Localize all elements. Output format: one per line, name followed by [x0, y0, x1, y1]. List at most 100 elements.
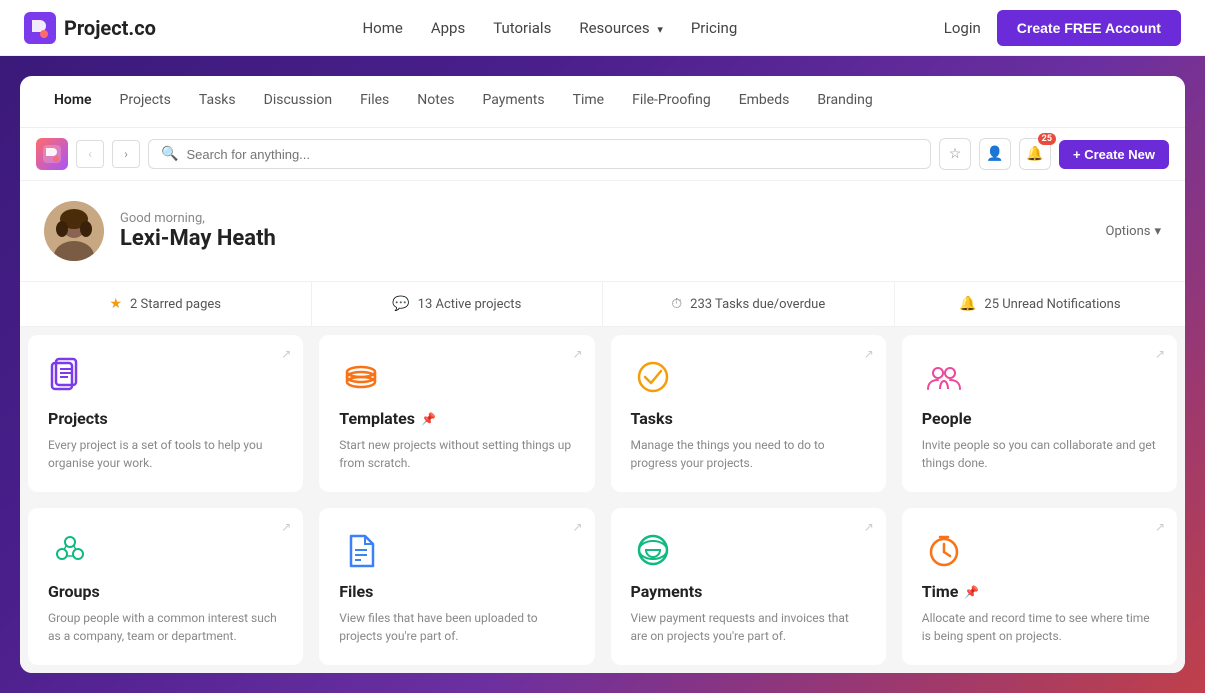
- nav-links: Home Apps Tutorials Resources ▾ Pricing: [362, 19, 737, 37]
- stat-starred-label: 2 Starred pages: [130, 297, 221, 312]
- tasks-icon: [631, 355, 675, 399]
- star-stat-icon: ★: [109, 296, 122, 312]
- chat-stat-icon: 💬: [392, 296, 409, 312]
- payments-desc: View payment requests and invoices that …: [631, 609, 866, 645]
- welcome-section: Good morning, Lexi-May Heath Options ▾: [20, 181, 1185, 282]
- tasks-title: Tasks: [631, 409, 866, 428]
- user-name: Lexi-May Heath: [120, 226, 276, 251]
- create-new-button[interactable]: + Create New: [1059, 140, 1169, 169]
- card-corner-icon: ↗: [1155, 347, 1165, 361]
- stats-row: ★ 2 Starred pages 💬 13 Active projects ⏱…: [20, 282, 1185, 327]
- nav-resources[interactable]: Resources ▾: [579, 19, 663, 37]
- card-corner-icon: ↗: [572, 520, 582, 534]
- groups-desc: Group people with a common interest such…: [48, 609, 283, 645]
- files-icon: [339, 528, 383, 572]
- tab-home[interactable]: Home: [40, 76, 106, 127]
- logo[interactable]: Project.co: [24, 12, 156, 44]
- card-groups[interactable]: ↗ Groups Group people with a common inte…: [28, 508, 303, 665]
- time-icon: [922, 528, 966, 572]
- groups-icon: [48, 528, 92, 572]
- card-tasks[interactable]: ↗ Tasks Manage the things you need to do…: [611, 335, 886, 492]
- bell-stat-icon: 🔔: [959, 296, 976, 312]
- greeting-text: Good morning,: [120, 211, 276, 226]
- tasks-desc: Manage the things you need to do to prog…: [631, 436, 866, 472]
- cards-grid: ↗ Projects Every project is a set of too…: [20, 327, 1185, 673]
- payments-title: Payments: [631, 582, 866, 601]
- stat-projects-label: 13 Active projects: [418, 297, 522, 312]
- logo-text: Project.co: [64, 16, 156, 40]
- clock-stat-icon: ⏱: [671, 296, 682, 312]
- tab-file-proofing[interactable]: File-Proofing: [618, 76, 725, 127]
- notification-badge: 25: [1038, 133, 1056, 145]
- nav-forward-arrow[interactable]: ›: [112, 140, 140, 168]
- nav-apps[interactable]: Apps: [431, 19, 465, 37]
- tab-embeds[interactable]: Embeds: [725, 76, 804, 127]
- toolbar: ‹ › 🔍 ☆ 👤 🔔 25 + Create New: [20, 128, 1185, 181]
- tab-bar: Home Projects Tasks Discussion Files Not…: [20, 76, 1185, 128]
- nav-back-arrow[interactable]: ‹: [76, 140, 104, 168]
- templates-icon: [339, 355, 383, 399]
- card-corner-icon: ↗: [864, 347, 874, 361]
- people-icon: [922, 355, 966, 399]
- people-title: People: [922, 409, 1157, 428]
- stat-starred[interactable]: ★ 2 Starred pages: [20, 282, 312, 326]
- notification-button[interactable]: 🔔 25: [1019, 138, 1051, 170]
- tab-time[interactable]: Time: [559, 76, 618, 127]
- card-corner-icon: ↗: [1155, 520, 1165, 534]
- stat-tasks-label: 233 Tasks due/overdue: [690, 297, 825, 312]
- nav-pricing[interactable]: Pricing: [691, 19, 737, 37]
- main-wrapper: Home Projects Tasks Discussion Files Not…: [0, 56, 1205, 693]
- tab-payments[interactable]: Payments: [468, 76, 558, 127]
- templates-desc: Start new projects without setting thing…: [339, 436, 574, 472]
- welcome-left: Good morning, Lexi-May Heath: [44, 201, 276, 261]
- tab-branding[interactable]: Branding: [803, 76, 886, 127]
- card-people[interactable]: ↗ People Invite people so you can collab…: [902, 335, 1177, 492]
- search-icon: 🔍: [161, 146, 178, 162]
- inner-card: Home Projects Tasks Discussion Files Not…: [20, 76, 1185, 673]
- card-corner-icon: ↗: [864, 520, 874, 534]
- card-corner-icon: ↗: [572, 347, 582, 361]
- create-account-button[interactable]: Create FREE Account: [997, 10, 1181, 46]
- card-payments[interactable]: ↗ Payments View payment requests and inv…: [611, 508, 886, 665]
- stat-notifications[interactable]: 🔔 25 Unread Notifications: [895, 282, 1186, 326]
- search-bar: 🔍: [148, 139, 931, 169]
- user-avatar: [44, 201, 104, 261]
- search-input[interactable]: [186, 147, 918, 162]
- stat-projects[interactable]: 💬 13 Active projects: [312, 282, 604, 326]
- groups-title: Groups: [48, 582, 283, 601]
- time-desc: Allocate and record time to see where ti…: [922, 609, 1157, 645]
- projects-title: Projects: [48, 409, 283, 428]
- card-corner-icon: ↗: [281, 347, 291, 361]
- card-corner-icon: ↗: [281, 520, 291, 534]
- tab-tasks[interactable]: Tasks: [185, 76, 250, 127]
- user-button[interactable]: 👤: [979, 138, 1011, 170]
- projects-desc: Every project is a set of tools to help …: [48, 436, 283, 472]
- files-title: Files: [339, 582, 574, 601]
- files-desc: View files that have been uploaded to pr…: [339, 609, 574, 645]
- nav-tutorials[interactable]: Tutorials: [493, 19, 551, 37]
- card-time[interactable]: ↗ Time 📌 Allocate and record time to see…: [902, 508, 1177, 665]
- welcome-text: Good morning, Lexi-May Heath: [120, 211, 276, 251]
- tab-files[interactable]: Files: [346, 76, 403, 127]
- stat-notifications-label: 25 Unread Notifications: [984, 297, 1120, 312]
- nav-actions: Login Create FREE Account: [944, 10, 1181, 46]
- toolbar-logo-icon[interactable]: [36, 138, 68, 170]
- payments-icon: [631, 528, 675, 572]
- login-link[interactable]: Login: [944, 19, 981, 37]
- card-projects[interactable]: ↗ Projects Every project is a set of too…: [28, 335, 303, 492]
- people-desc: Invite people so you can collaborate and…: [922, 436, 1157, 472]
- stat-tasks[interactable]: ⏱ 233 Tasks due/overdue: [603, 282, 895, 326]
- pin-icon-time: 📌: [964, 585, 979, 599]
- pin-icon: 📌: [421, 412, 436, 426]
- nav-home[interactable]: Home: [362, 19, 402, 37]
- card-templates[interactable]: ↗ Templates 📌 Start ne: [319, 335, 594, 492]
- card-files[interactable]: ↗ Files View files that have been upload…: [319, 508, 594, 665]
- options-button[interactable]: Options ▾: [1106, 224, 1162, 239]
- projects-icon: [48, 355, 92, 399]
- star-button[interactable]: ☆: [939, 138, 971, 170]
- templates-title: Templates 📌: [339, 409, 574, 428]
- tab-projects[interactable]: Projects: [106, 76, 185, 127]
- tab-discussion[interactable]: Discussion: [250, 76, 346, 127]
- tab-notes[interactable]: Notes: [403, 76, 468, 127]
- top-nav: Project.co Home Apps Tutorials Resources…: [0, 0, 1205, 56]
